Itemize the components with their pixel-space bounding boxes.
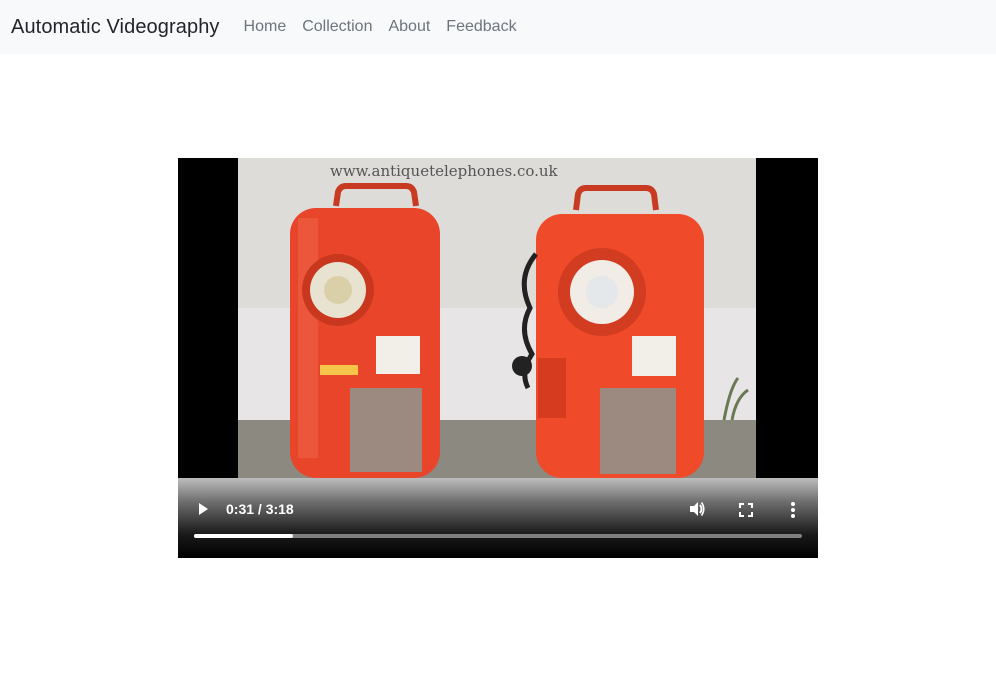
navbar: Automatic Videography Home Collection Ab… xyxy=(0,0,996,54)
brand-title[interactable]: Automatic Videography xyxy=(11,16,220,39)
nav-link-home[interactable]: Home xyxy=(244,18,287,36)
video-controls: 0:31 / 3:18 xyxy=(178,478,818,558)
nav-link-collection[interactable]: Collection xyxy=(302,18,372,36)
volume-icon[interactable] xyxy=(688,500,706,523)
video-frame: www.antiquetelephones.co.uk xyxy=(238,158,756,478)
nav-link-about[interactable]: About xyxy=(388,18,430,36)
more-options-icon[interactable] xyxy=(790,502,796,523)
video-player[interactable]: www.antiquetelephones.co.uk 0:31 / 3:18 xyxy=(178,158,818,558)
nav-link-feedback[interactable]: Feedback xyxy=(446,18,516,36)
fullscreen-icon[interactable] xyxy=(739,503,753,522)
play-icon[interactable] xyxy=(196,502,210,521)
time-display: 0:31 / 3:18 xyxy=(226,501,294,517)
progress-bar[interactable] xyxy=(194,534,802,538)
progress-fill xyxy=(194,534,294,538)
telephones-image xyxy=(290,183,749,478)
